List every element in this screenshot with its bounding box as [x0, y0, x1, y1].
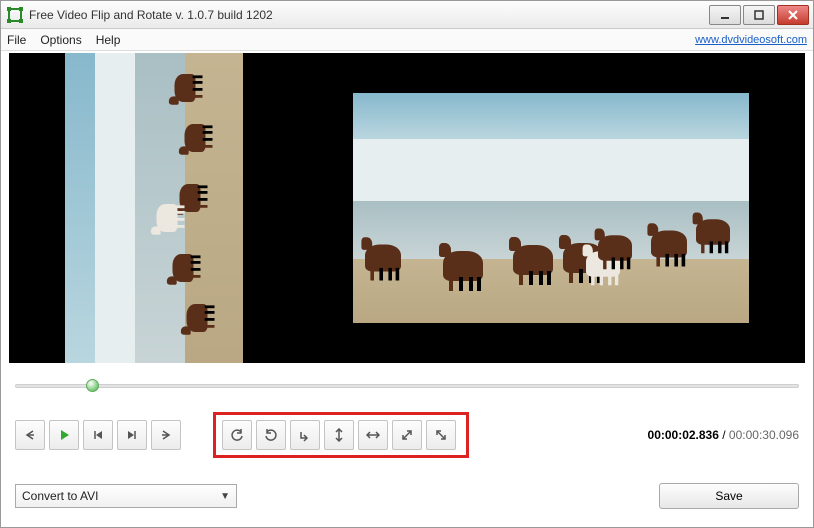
seek-thumb[interactable]	[86, 379, 99, 392]
controls-row: 00:00:02.836 / 00:00:30.096	[15, 413, 799, 457]
flip-vertical-button[interactable]	[324, 420, 354, 450]
preview-pane-transformed	[65, 53, 243, 363]
skip-end-icon	[126, 429, 138, 441]
output-format-combo[interactable]: Convert to AVI ▼	[15, 484, 237, 508]
window-controls	[707, 5, 809, 25]
menubar: File Options Help www.dvdvideosoft.com	[1, 29, 813, 51]
chevron-down-icon: ▼	[220, 491, 230, 502]
flip-horizontal-button[interactable]	[358, 420, 388, 450]
flip-horizontal-icon	[366, 428, 380, 442]
flip-vertical-icon	[332, 428, 346, 442]
seek-slider[interactable]	[15, 377, 799, 395]
video-preview-area	[9, 53, 805, 363]
skip-start-icon	[92, 429, 104, 441]
rotate-cw-90-button[interactable]	[256, 420, 286, 450]
vendor-link[interactable]: www.dvdvideosoft.com	[695, 34, 807, 46]
menu-options[interactable]: Options	[40, 33, 81, 47]
transform-button-group	[213, 412, 469, 458]
flip-rotate-ccw-button[interactable]	[426, 420, 456, 450]
menu-help[interactable]: Help	[96, 33, 121, 47]
next-frame-button[interactable]	[151, 420, 181, 450]
rotate-180-icon	[298, 428, 312, 442]
rotate-cw-icon	[264, 428, 278, 442]
minimize-button[interactable]	[709, 5, 741, 25]
seek-track	[15, 384, 799, 388]
rotate-180-button[interactable]	[290, 420, 320, 450]
goto-start-button[interactable]	[83, 420, 113, 450]
diagonal-ne-icon	[400, 428, 414, 442]
time-separator: /	[719, 428, 729, 442]
preview-pane-original	[353, 93, 749, 323]
app-icon	[7, 7, 23, 23]
save-button[interactable]: Save	[659, 483, 799, 509]
diagonal-nw-icon	[434, 428, 448, 442]
prev-frame-button[interactable]	[15, 420, 45, 450]
rotate-ccw-icon	[230, 428, 244, 442]
arrow-right-icon	[160, 429, 172, 441]
output-format-selected: Convert to AVI	[22, 489, 98, 503]
arrow-left-icon	[24, 429, 36, 441]
maximize-button[interactable]	[743, 5, 775, 25]
rotate-ccw-90-button[interactable]	[222, 420, 252, 450]
flip-rotate-cw-button[interactable]	[392, 420, 422, 450]
play-icon	[58, 429, 70, 441]
time-current: 00:00:02.836	[648, 428, 719, 442]
time-display: 00:00:02.836 / 00:00:30.096	[648, 428, 799, 442]
window-title: Free Video Flip and Rotate v. 1.0.7 buil…	[29, 8, 273, 22]
titlebar: Free Video Flip and Rotate v. 1.0.7 buil…	[1, 1, 813, 29]
play-button[interactable]	[49, 420, 79, 450]
close-button[interactable]	[777, 5, 809, 25]
menu-file[interactable]: File	[7, 33, 26, 47]
time-total: 00:00:30.096	[729, 428, 799, 442]
bottom-row: Convert to AVI ▼ Save	[15, 483, 799, 509]
goto-end-button[interactable]	[117, 420, 147, 450]
